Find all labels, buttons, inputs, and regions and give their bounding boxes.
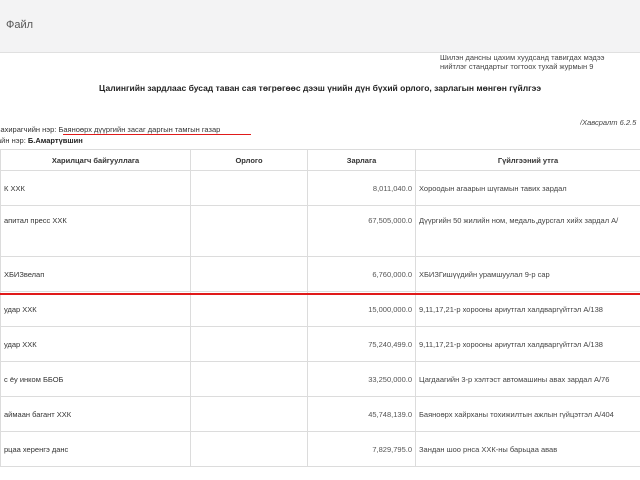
organization-name: Баяноөрх дүүргийн засаг даргын тамгын га… <box>58 125 221 134</box>
purpose-cell: Цагдаагийн 3-р хэлтэст автомашины авах з… <box>415 361 640 397</box>
purpose-cell: Баяноөрх хайрханы тохижилтын ажлын гүйцэ… <box>415 396 640 432</box>
income-cell <box>190 396 308 432</box>
purpose-cell: 9,11,17,21-р хорооны ариутгал халдваргүй… <box>415 291 640 327</box>
purpose-cell: ХБИЗГишүүдийн урамшуулал 9-р сар <box>415 256 640 292</box>
income-cell <box>190 431 308 467</box>
organization-label: захирагчийн нэр: <box>0 125 57 134</box>
expense-cell: 75,240,499.0 <box>307 326 416 362</box>
table-row: удар ХХК 15,000,000.0 9,11,17,21-р хороо… <box>0 291 640 327</box>
purpose-cell: Хороодын агаарын шүгамын тавих зардал <box>415 170 640 206</box>
expense-cell: 7,829,795.0 <box>307 431 416 467</box>
income-cell <box>190 205 308 257</box>
table-row: рцаа херенгэ данс 7,829,795.0 Зандан шоо… <box>0 431 640 467</box>
appendix-label: /Хавсралт 6.2.5 <box>580 118 637 127</box>
organization-red-underline <box>63 134 251 135</box>
regulation-note-line: Шилэн дансны цахим хуудсанд тавигдах мэд… <box>440 53 605 62</box>
header-expense: Зарлага <box>307 149 416 171</box>
purpose-cell: Зандан шоо рнса ХХК-ны барьцаа авав <box>415 431 640 467</box>
app-toolbar: Файл <box>0 0 640 53</box>
table-header-row: Харилцагч байгууллага Орлого Зарлага Гүй… <box>0 149 640 171</box>
purpose-cell: Дүүргийн 50 жилийн ном, медаль,дурсгал х… <box>415 205 640 257</box>
regulation-note: Шилэн дансны цахим хуудсанд тавигдах мэд… <box>440 53 640 71</box>
partner-cell: удар ХХК <box>0 326 191 362</box>
partner-cell: К ХХК <box>0 170 191 206</box>
highlight-red-line <box>0 293 640 295</box>
expense-cell: 33,250,000.0 <box>307 361 416 397</box>
purpose-cell: 9,11,17,21-р хорооны ариутгал халдваргүй… <box>415 326 640 362</box>
income-cell <box>190 291 308 327</box>
table-row: с ёу инком ББОБ 33,250,000.0 Цагдаагийн … <box>0 361 640 397</box>
expense-cell: 45,748,139.0 <box>307 396 416 432</box>
partner-cell: рцаа херенгэ данс <box>0 431 191 467</box>
partner-cell: аймаан багант ХХК <box>0 396 191 432</box>
income-cell <box>190 170 308 206</box>
organization-info: захирагчийн нэр: Баяноөрх дүүргийн засаг… <box>0 125 220 134</box>
income-cell <box>190 361 308 397</box>
expense-cell: 67,505,000.0 <box>307 205 416 257</box>
accountant-name: Б.Амартүвшин <box>27 136 83 145</box>
transactions-table: Харилцагч байгууллага Орлого Зарлага Гүй… <box>0 149 640 467</box>
header-purpose: Гүйлгээний утга <box>415 149 640 171</box>
partner-cell: ХБИЗвелап <box>0 256 191 292</box>
accountant-info: айн нэр: Б.Амартүвшин <box>0 136 83 145</box>
header-partner: Харилцагч байгууллага <box>0 149 191 171</box>
report-title: Цалингийн зардлаас бусад таван сая төгрө… <box>98 83 542 93</box>
table-row: К ХХК 8,011,040.0 Хороодын агаарын шүгам… <box>0 170 640 206</box>
document-page: Шилэн дансны цахим хуудсанд тавигдах мэд… <box>0 53 640 480</box>
income-cell <box>190 326 308 362</box>
table-row: ХБИЗвелап 6,760,000.0 ХБИЗГишүүдийн урам… <box>0 256 640 292</box>
accountant-label: айн нэр: <box>0 136 26 145</box>
table-row: апитал пресс ХХК 67,505,000.0 Дүүргийн 5… <box>0 205 640 257</box>
table-row: удар ХХК 75,240,499.0 9,11,17,21-р хороо… <box>0 326 640 362</box>
partner-cell: с ёу инком ББОБ <box>0 361 191 397</box>
partner-cell: апитал пресс ХХК <box>0 205 191 257</box>
header-income: Орлого <box>190 149 308 171</box>
table-row: аймаан багант ХХК 45,748,139.0 Баяноөрх … <box>0 396 640 432</box>
expense-cell: 6,760,000.0 <box>307 256 416 292</box>
file-menu[interactable]: Файл <box>6 19 33 31</box>
expense-cell: 15,000,000.0 <box>307 291 416 327</box>
partner-cell: удар ХХК <box>0 291 191 327</box>
regulation-note-line: нийтлэг стандартыг тогтоох тухай журмын … <box>440 62 594 71</box>
expense-cell: 8,011,040.0 <box>307 170 416 206</box>
income-cell <box>190 256 308 292</box>
